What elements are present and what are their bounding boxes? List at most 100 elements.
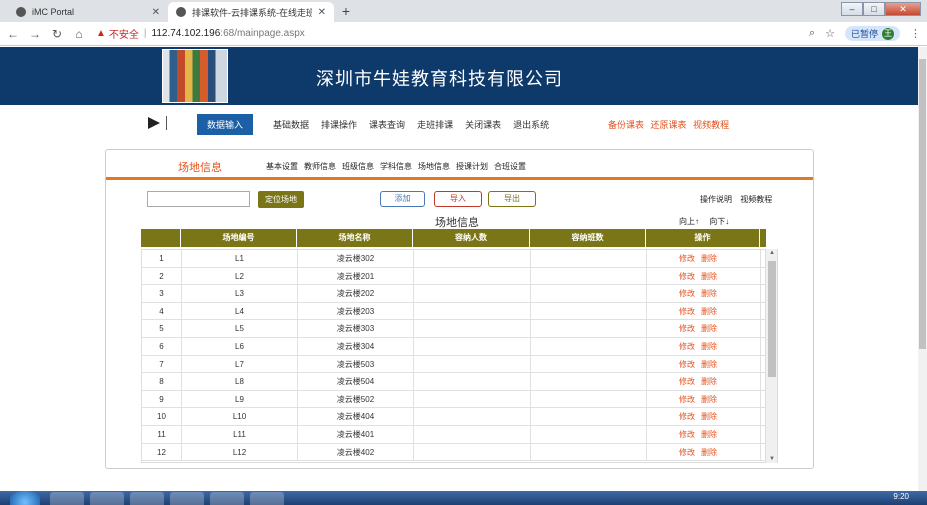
page-scrollbar[interactable] bbox=[918, 47, 927, 491]
backup-timetable-link[interactable]: 备份课表 bbox=[608, 120, 644, 130]
zoom-icon[interactable]: ⌕ bbox=[809, 27, 815, 40]
table-row[interactable]: 5 L5 凌云楼303 修改 删除 bbox=[142, 320, 777, 338]
edit-link[interactable]: 修改 bbox=[679, 412, 695, 421]
menu-scheduling[interactable]: 排课操作 bbox=[321, 118, 357, 131]
cell-venue-name: 凌云楼302 bbox=[298, 250, 414, 267]
maximize-button[interactable]: □ bbox=[863, 2, 885, 16]
url-host[interactable]: 112.74.102.196 bbox=[152, 28, 221, 39]
edit-link[interactable]: 修改 bbox=[679, 430, 695, 439]
delete-link[interactable]: 删除 bbox=[701, 377, 717, 386]
subnav-venues[interactable]: 场地信息 bbox=[418, 161, 450, 172]
taskbar-chrome2-icon[interactable] bbox=[170, 492, 204, 505]
table-row[interactable]: 4 L4 凌云楼203 修改 删除 bbox=[142, 302, 777, 321]
menu-timetable-query[interactable]: 课表查询 bbox=[369, 118, 405, 131]
close-tab-icon[interactable]: ✕ bbox=[152, 7, 160, 18]
delete-link[interactable]: 删除 bbox=[701, 395, 717, 404]
edit-link[interactable]: 修改 bbox=[679, 342, 695, 351]
table-row[interactable]: 2 L2 凌云楼201 修改 删除 bbox=[142, 267, 777, 286]
edit-link[interactable]: 修改 bbox=[679, 395, 695, 404]
edit-link[interactable]: 修改 bbox=[679, 324, 695, 333]
table-row[interactable]: 9 L9 凌云楼502 修改 删除 bbox=[142, 390, 777, 409]
scrollbar-thumb[interactable] bbox=[768, 261, 776, 377]
cell-index: 10 bbox=[142, 408, 182, 425]
subnav-classes[interactable]: 班级信息 bbox=[342, 161, 374, 172]
insecure-label: 不安全 bbox=[108, 30, 139, 41]
cell-venue-code: L7 bbox=[182, 355, 298, 373]
table-scrollbar[interactable]: ▲ ▼ bbox=[765, 249, 777, 463]
export-button[interactable]: 导出 bbox=[488, 191, 536, 207]
url-path[interactable]: :68/mainpage.aspx bbox=[220, 28, 305, 39]
menu-data-input[interactable]: 数据输入 bbox=[197, 114, 254, 135]
reload-icon[interactable]: ↻ bbox=[48, 27, 66, 41]
taskbar-word-icon[interactable] bbox=[210, 492, 244, 505]
menu-logout[interactable]: 退出系统 bbox=[513, 118, 549, 131]
subnav-teaching-plan[interactable]: 授课计划 bbox=[456, 161, 488, 172]
table-row[interactable]: 8 L8 凌云楼504 修改 删除 bbox=[142, 373, 777, 391]
cell-class-capacity bbox=[531, 337, 647, 355]
table-row[interactable]: 7 L7 凌云楼503 修改 删除 bbox=[142, 355, 777, 374]
table-row[interactable]: 6 L6 凌云楼304 修改 删除 bbox=[142, 337, 777, 356]
subnav-basic-settings[interactable]: 基本设置 bbox=[266, 161, 298, 172]
delete-link[interactable]: 删除 bbox=[701, 342, 717, 351]
new-tab-button[interactable]: + bbox=[338, 4, 354, 20]
bookmark-star-icon[interactable]: ☆ bbox=[825, 27, 835, 40]
more-menu-icon[interactable]: ⋮ bbox=[910, 27, 921, 40]
taskbar-qq-icon[interactable] bbox=[250, 492, 284, 505]
menu-mobile-classes[interactable]: 走班排课 bbox=[417, 118, 453, 131]
import-button[interactable]: 导入 bbox=[434, 191, 482, 207]
subnav-subjects[interactable]: 学科信息 bbox=[380, 161, 412, 172]
delete-link[interactable]: 删除 bbox=[701, 412, 717, 421]
close-window-button[interactable]: ✕ bbox=[885, 2, 921, 16]
menu-close-timetable[interactable]: 关闭课表 bbox=[465, 118, 501, 131]
edit-link[interactable]: 修改 bbox=[679, 254, 695, 263]
browser-tab-scheduler[interactable]: 排课软件-云排课系统-在线走班排 ✕ bbox=[168, 2, 334, 22]
video-tutorial-link[interactable]: 视频教程 bbox=[740, 195, 772, 204]
forward-arrow-icon[interactable]: → bbox=[26, 27, 44, 41]
home-icon[interactable]: ⌂ bbox=[70, 27, 88, 41]
delete-link[interactable]: 删除 bbox=[701, 324, 717, 333]
edit-link[interactable]: 修改 bbox=[679, 307, 695, 316]
locate-venue-input[interactable] bbox=[147, 191, 250, 207]
edit-link[interactable]: 修改 bbox=[679, 448, 695, 457]
main-menu: 数据输入 基础数据 排课操作 课表查询 走班排课 关闭课表 退出系统 备份课表 … bbox=[0, 106, 918, 142]
operation-guide-link[interactable]: 操作说明 bbox=[700, 195, 732, 204]
table-row[interactable]: 11 L11 凌云楼401 修改 删除 bbox=[142, 425, 777, 444]
scroll-down-icon[interactable]: ▼ bbox=[766, 456, 778, 462]
delete-link[interactable]: 删除 bbox=[701, 289, 717, 298]
edit-link[interactable]: 修改 bbox=[679, 289, 695, 298]
taskbar-folder-icon[interactable] bbox=[90, 492, 124, 505]
table-row[interactable]: 1 L1 凌云楼302 修改 删除 bbox=[142, 250, 777, 268]
move-up-link[interactable]: 向上↑ bbox=[679, 217, 699, 226]
taskbar-ie-icon[interactable] bbox=[50, 492, 84, 505]
delete-link[interactable]: 删除 bbox=[701, 360, 717, 369]
browser-tab-imc[interactable]: iMC Portal ✕ bbox=[8, 2, 168, 22]
restore-timetable-link[interactable]: 还原课表 bbox=[651, 120, 687, 130]
edit-link[interactable]: 修改 bbox=[679, 377, 695, 386]
delete-link[interactable]: 删除 bbox=[701, 307, 717, 316]
sync-paused-button[interactable]: 已暂停 王 bbox=[844, 26, 900, 41]
video-tutorial-link[interactable]: 视频教程 bbox=[693, 120, 729, 130]
back-arrow-icon[interactable]: ← bbox=[4, 27, 22, 41]
table-row[interactable]: 12 L12 凌云楼402 修改 删除 bbox=[142, 443, 777, 462]
page-scrollbar-thumb[interactable] bbox=[919, 59, 926, 349]
locate-venue-button[interactable]: 定位场地 bbox=[258, 191, 304, 208]
minimize-button[interactable]: – bbox=[841, 2, 863, 16]
menu-basic-data[interactable]: 基础数据 bbox=[273, 118, 309, 131]
delete-link[interactable]: 删除 bbox=[701, 254, 717, 263]
delete-link[interactable]: 删除 bbox=[701, 272, 717, 281]
subnav-merged-classes[interactable]: 合班设置 bbox=[494, 161, 526, 172]
start-button[interactable] bbox=[10, 491, 40, 505]
edit-link[interactable]: 修改 bbox=[679, 360, 695, 369]
table-row[interactable]: 10 L10 凌云楼404 修改 删除 bbox=[142, 408, 777, 426]
taskbar-chrome-icon[interactable] bbox=[130, 492, 164, 505]
scroll-up-icon[interactable]: ▲ bbox=[766, 250, 778, 256]
cell-class-capacity bbox=[531, 443, 647, 461]
add-button[interactable]: 添加 bbox=[380, 191, 425, 207]
edit-link[interactable]: 修改 bbox=[679, 272, 695, 281]
close-tab-icon[interactable]: ✕ bbox=[318, 7, 326, 18]
delete-link[interactable]: 删除 bbox=[701, 448, 717, 457]
delete-link[interactable]: 删除 bbox=[701, 430, 717, 439]
move-down-link[interactable]: 向下↓ bbox=[709, 217, 729, 226]
subnav-teachers[interactable]: 教师信息 bbox=[304, 161, 336, 172]
table-row[interactable]: 3 L3 凌云楼202 修改 删除 bbox=[142, 285, 777, 303]
